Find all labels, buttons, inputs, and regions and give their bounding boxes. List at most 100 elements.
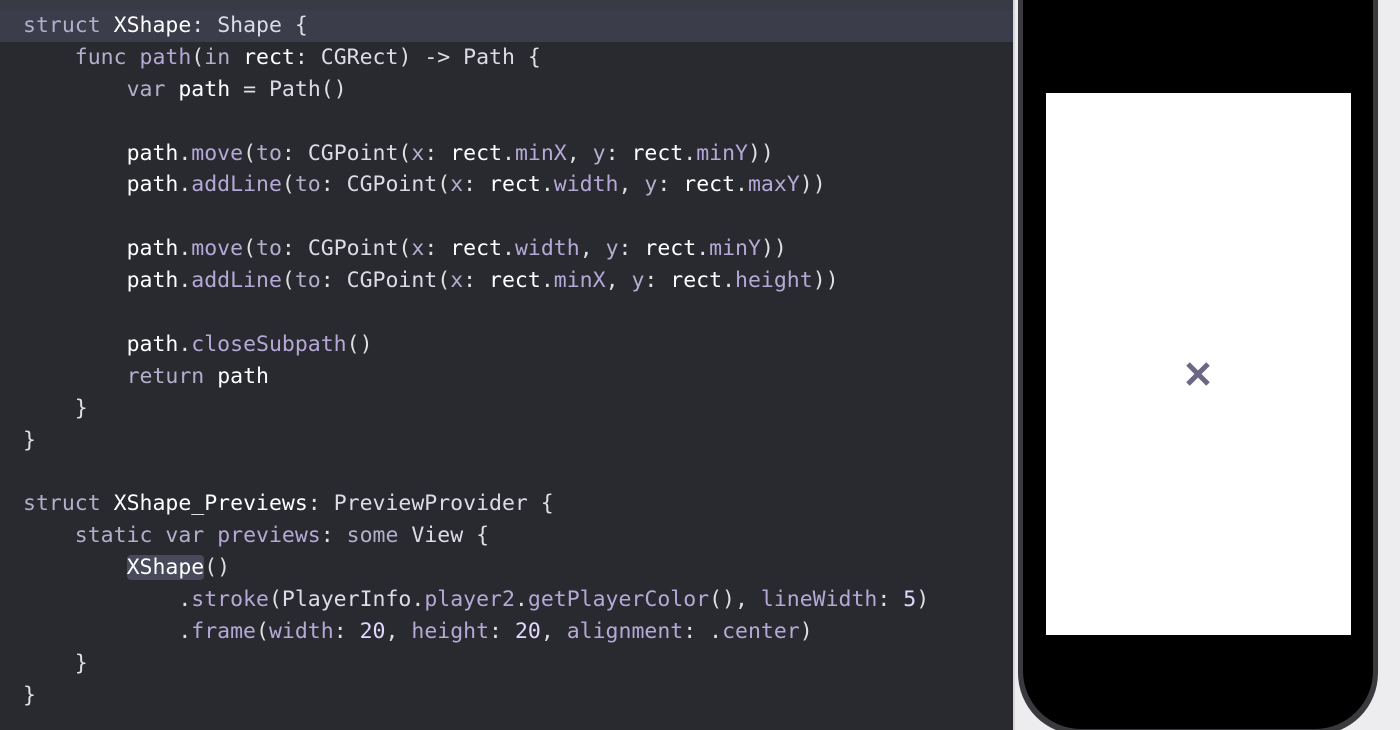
- code-token: :: [333, 618, 360, 644]
- pane-divider[interactable]: [1013, 0, 1015, 730]
- code-token: to: [256, 236, 282, 262]
- code-token: PreviewProvider: [333, 491, 528, 517]
- code-token: rect: [489, 268, 541, 294]
- code-token: path: [126, 140, 179, 166]
- code-line[interactable]: }: [23, 648, 929, 680]
- code-token: stroke: [191, 587, 269, 613]
- code-line[interactable]: return path: [23, 361, 929, 393]
- code-token: .: [178, 236, 192, 262]
- code-token: y: [644, 172, 658, 198]
- code-token: .: [23, 587, 192, 613]
- code-line[interactable]: var path = Path(): [23, 74, 929, 106]
- code-token: :: [320, 523, 347, 549]
- code-token: (: [243, 236, 257, 262]
- code-token: PlayerInfo: [281, 587, 412, 613]
- code-token: :: [281, 236, 308, 262]
- code-token: rect: [243, 44, 295, 70]
- code-editor[interactable]: struct XShape: Shape { func path(in rect…: [0, 0, 1013, 730]
- code-token: path: [126, 172, 179, 198]
- device-screen: [1046, 93, 1351, 635]
- code-token: CGPoint: [346, 268, 438, 294]
- code-line[interactable]: func path(in rect: CGRect) -> Path {: [23, 42, 929, 74]
- code-token: y: [631, 268, 645, 294]
- code-token: (): [320, 76, 347, 102]
- code-token: closeSubpath: [191, 331, 347, 357]
- code-line[interactable]: path.closeSubpath(): [23, 329, 929, 361]
- code-line[interactable]: path.move(to: CGPoint(x: rect.minX, y: r…: [23, 138, 929, 170]
- code-token: x: [450, 172, 464, 198]
- code-token: .: [411, 587, 425, 613]
- code-line[interactable]: [23, 456, 929, 488]
- code-token: XShape: [113, 13, 192, 38]
- code-token: width: [553, 172, 619, 198]
- code-token: .: [722, 268, 736, 294]
- code-token: :: [424, 236, 451, 262]
- code-line[interactable]: }: [23, 393, 929, 425]
- code-line[interactable]: [23, 297, 929, 329]
- code-token: ): [799, 618, 813, 644]
- code-token: var: [165, 523, 205, 549]
- code-token: path: [178, 76, 231, 102]
- code-line[interactable]: }: [23, 425, 929, 457]
- code-line[interactable]: [23, 106, 929, 138]
- code-token: ) ->: [398, 44, 464, 70]
- source-code[interactable]: struct XShape: Shape { func path(in rect…: [23, 10, 929, 712]
- code-line[interactable]: path.move(to: CGPoint(x: rect.width, y: …: [23, 233, 929, 265]
- code-token: move: [191, 236, 244, 262]
- code-line[interactable]: XShape(): [23, 552, 929, 584]
- code-line[interactable]: .stroke(PlayerInfo.player2.getPlayerColo…: [23, 584, 929, 616]
- code-token: addLine: [191, 172, 282, 198]
- code-token: ): [916, 587, 930, 613]
- code-token: (): [204, 555, 231, 581]
- code-token: (),: [709, 587, 761, 613]
- code-token: struct: [23, 13, 101, 38]
- editor-top-strip: [0, 0, 1013, 10]
- code-token: .: [23, 618, 192, 644]
- code-line[interactable]: static var previews: some View {: [23, 520, 929, 552]
- code-token: .: [178, 172, 192, 198]
- code-token: .: [502, 236, 515, 262]
- code-token: y: [605, 236, 619, 262]
- code-line[interactable]: path.addLine(to: CGPoint(x: rect.minX, y…: [23, 265, 929, 297]
- code-line[interactable]: [23, 201, 929, 233]
- code-line[interactable]: }: [23, 680, 929, 712]
- code-line[interactable]: path.addLine(to: CGPoint(x: rect.width, …: [23, 169, 929, 201]
- code-token: {: [463, 523, 490, 549]
- code-token: :: [877, 587, 904, 613]
- code-token: }: [23, 682, 36, 708]
- code-token: Shape: [217, 13, 282, 38]
- code-token: XShape_Previews: [113, 491, 308, 517]
- code-token: )): [747, 140, 774, 166]
- code-token: (: [243, 140, 257, 166]
- code-token: x: [411, 140, 425, 166]
- code-line[interactable]: .frame(width: 20, height: 20, alignment:…: [23, 616, 929, 648]
- code-token: {: [514, 44, 541, 70]
- selected-token: XShape: [126, 555, 205, 581]
- code-token: lineWidth: [760, 587, 878, 613]
- code-token: minY: [709, 236, 761, 262]
- code-token: :: [644, 268, 671, 294]
- code-line[interactable]: struct XShape_Previews: PreviewProvider …: [23, 488, 929, 520]
- code-token: :: [191, 13, 218, 38]
- code-token: :: [618, 236, 645, 262]
- code-token: height: [411, 618, 490, 644]
- code-token: height: [735, 268, 813, 294]
- code-token: y: [592, 140, 606, 166]
- code-token: :: [294, 44, 321, 70]
- code-token: ,: [385, 618, 412, 644]
- code-line[interactable]: struct XShape: Shape {: [23, 10, 929, 42]
- code-token: (: [281, 172, 295, 198]
- x-shape-stroke: [1186, 362, 1210, 386]
- x-shape-icon: [1186, 362, 1210, 386]
- code-token: ,: [605, 268, 632, 294]
